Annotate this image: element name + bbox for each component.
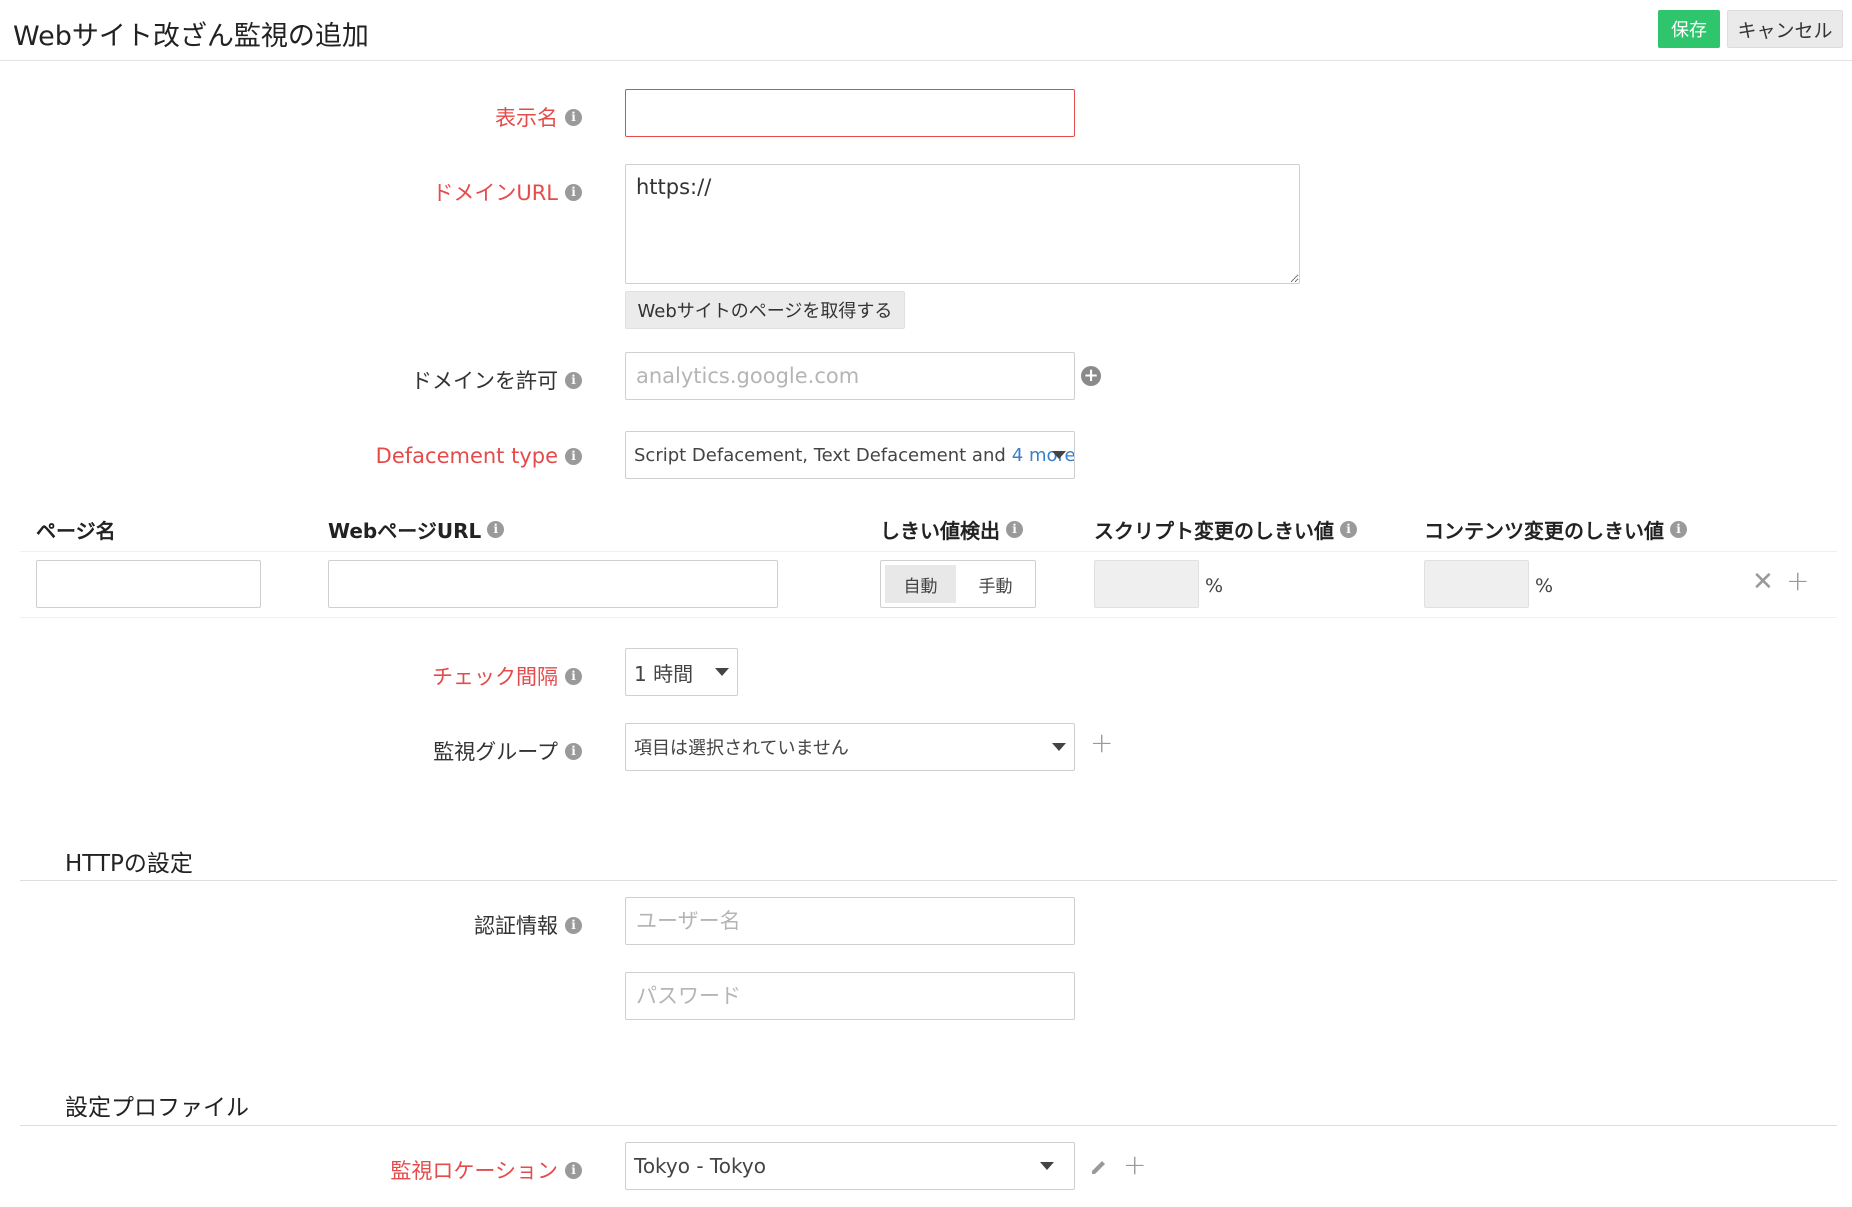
check-interval-select[interactable]: 1 時間 xyxy=(625,648,738,696)
check-interval-label: チェック間隔 i xyxy=(432,661,582,691)
monitor-group-select[interactable]: 項目は選択されていません xyxy=(625,723,1075,771)
info-icon[interactable]: i xyxy=(1670,521,1687,538)
chevron-down-icon xyxy=(1040,1162,1054,1170)
add-row-icon[interactable]: + xyxy=(1786,567,1809,595)
info-icon[interactable]: i xyxy=(1006,521,1023,538)
info-icon[interactable]: i xyxy=(565,447,582,465)
content-threshold-input[interactable] xyxy=(1424,560,1529,608)
defacement-type-label: Defacement type i xyxy=(376,444,582,468)
section-divider xyxy=(20,1125,1837,1126)
fetch-pages-button[interactable]: Webサイトのページを取得する xyxy=(625,291,905,329)
allow-domain-label: ドメインを許可 i xyxy=(411,365,582,395)
script-threshold-input[interactable] xyxy=(1094,560,1199,608)
location-select[interactable]: Tokyo - Tokyo xyxy=(625,1142,1075,1190)
info-icon[interactable]: i xyxy=(1340,521,1357,538)
info-icon[interactable]: i xyxy=(487,521,505,538)
add-group-icon[interactable]: + xyxy=(1090,729,1113,757)
col-script-threshold: スクリプト変更のしきい値 i xyxy=(1094,515,1357,544)
display-name-input[interactable] xyxy=(625,89,1075,137)
cancel-button[interactable]: キャンセル xyxy=(1727,10,1843,48)
toggle-auto[interactable]: 自動 xyxy=(885,565,956,603)
chevron-down-icon xyxy=(715,668,729,676)
allow-domain-input[interactable] xyxy=(625,352,1075,400)
add-location-icon[interactable]: + xyxy=(1123,1151,1146,1179)
info-icon[interactable]: i xyxy=(565,916,582,934)
defacement-type-select[interactable]: Script Defacement, Text Defacement and 4… xyxy=(625,431,1075,479)
toggle-manual[interactable]: 手動 xyxy=(960,565,1031,603)
edit-icon[interactable] xyxy=(1089,1157,1109,1177)
threshold-detect-toggle: 自動 手動 xyxy=(880,560,1036,608)
add-domain-icon[interactable]: + xyxy=(1081,366,1101,386)
monitor-group-label: 監視グループ i xyxy=(433,736,582,766)
save-button[interactable]: 保存 xyxy=(1658,10,1720,48)
info-icon[interactable]: i xyxy=(565,371,582,389)
password-input[interactable] xyxy=(625,972,1075,1020)
chevron-down-icon xyxy=(1052,743,1066,751)
location-label: 監視ロケーション i xyxy=(390,1155,582,1185)
profile-section-title: 設定プロファイル xyxy=(65,1095,249,1121)
remove-row-icon[interactable]: ✕ xyxy=(1752,569,1774,595)
domain-url-label: ドメインURL i xyxy=(432,177,582,207)
domain-url-textarea[interactable]: https:// xyxy=(625,164,1300,284)
content-threshold-unit: % xyxy=(1535,575,1554,597)
info-icon[interactable]: i xyxy=(565,742,582,760)
info-icon[interactable]: i xyxy=(565,183,582,201)
http-section-title: HTTPの設定 xyxy=(65,851,193,877)
col-page-name: ページ名 xyxy=(36,519,116,543)
username-input[interactable] xyxy=(625,897,1075,945)
col-content-threshold: コンテンツ変更のしきい値 i xyxy=(1424,515,1687,544)
page-title: Webサイト改ざん監視の追加 xyxy=(13,21,369,52)
display-name-label: 表示名 i xyxy=(495,102,582,132)
webpage-url-input[interactable] xyxy=(328,560,778,608)
script-threshold-unit: % xyxy=(1205,575,1224,597)
chevron-down-icon xyxy=(1052,451,1066,459)
table-row-divider xyxy=(20,617,1837,618)
table-divider xyxy=(20,551,1837,552)
info-icon[interactable]: i xyxy=(565,1161,582,1179)
info-icon[interactable]: i xyxy=(565,667,582,685)
auth-label: 認証情報 i xyxy=(474,910,582,940)
col-webpage-url: WebページURL i xyxy=(328,515,505,544)
info-icon[interactable]: i xyxy=(565,108,582,126)
col-threshold-detect: しきい値検出 i xyxy=(880,515,1023,544)
section-divider xyxy=(20,880,1837,881)
page-name-input[interactable] xyxy=(36,560,261,608)
